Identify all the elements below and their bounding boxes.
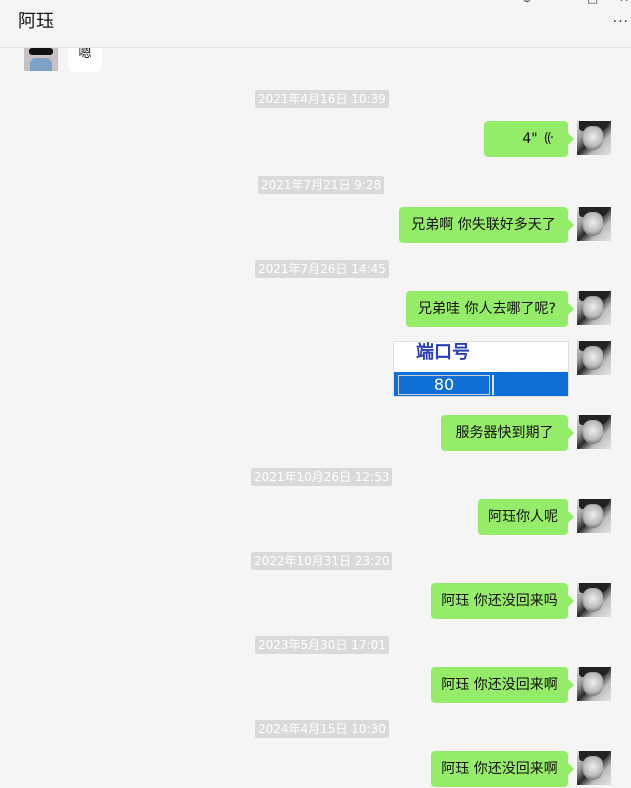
self-avatar[interactable] — [577, 583, 611, 617]
self-avatar[interactable] — [577, 667, 611, 701]
chat-title: 阿珏 — [18, 11, 54, 32]
message-bubble-sent[interactable]: 阿珏 你还没回来啊 — [431, 667, 574, 703]
image-port-value: 80 — [398, 375, 490, 395]
message-bubble-sent[interactable]: 兄弟啊 你失联好多天了 — [399, 207, 574, 243]
self-avatar[interactable] — [577, 121, 611, 155]
maximize-icon[interactable]: □ — [587, 0, 598, 5]
timestamp: 2022年10月31日 23:20 — [251, 552, 393, 570]
message-bubble-sent[interactable]: 兄弟哇 你人去哪了呢? — [406, 291, 574, 327]
timestamp: 2021年4月16日 10:39 — [255, 90, 389, 108]
self-avatar[interactable] — [577, 751, 611, 785]
more-options-icon[interactable]: ··· — [613, 14, 629, 30]
self-avatar[interactable] — [577, 341, 611, 375]
message-bubble-sent[interactable]: 阿珏 你还没回来吗 — [431, 583, 574, 619]
voice-duration: 4" — [522, 131, 538, 147]
self-avatar[interactable] — [577, 291, 611, 325]
self-avatar[interactable] — [577, 207, 611, 241]
close-icon[interactable]: ✕ — [619, 0, 629, 5]
voice-message-bubble[interactable]: 4" ((· — [484, 121, 574, 157]
self-avatar[interactable] — [577, 415, 611, 449]
title-bar: 阿珏 ⊕ □ ✕ ··· — [0, 0, 631, 48]
timestamp: 2021年10月26日 12:53 — [251, 468, 393, 486]
timestamp: 2023年5月30日 17:01 — [255, 636, 389, 654]
timestamp: 2024年4月15日 10:30 — [255, 720, 389, 738]
message-bubble-sent[interactable]: 阿珏你人呢 — [478, 499, 574, 535]
timestamp: 2021年7月26日 14:45 — [255, 260, 389, 278]
voice-wave-icon: ((· — [543, 131, 554, 146]
image-message[interactable]: 端口号 80 — [393, 341, 569, 397]
pin-icon[interactable]: ⊕ — [522, 0, 532, 5]
message-bubble-sent[interactable]: 阿珏 你还没回来啊 — [431, 751, 574, 787]
timestamp: 2021年7月21日 9:28 — [258, 176, 385, 194]
image-label-text: 端口号 — [416, 342, 470, 363]
message-bubble-sent[interactable]: 服务器快到期了 — [441, 415, 574, 451]
self-avatar[interactable] — [577, 499, 611, 533]
